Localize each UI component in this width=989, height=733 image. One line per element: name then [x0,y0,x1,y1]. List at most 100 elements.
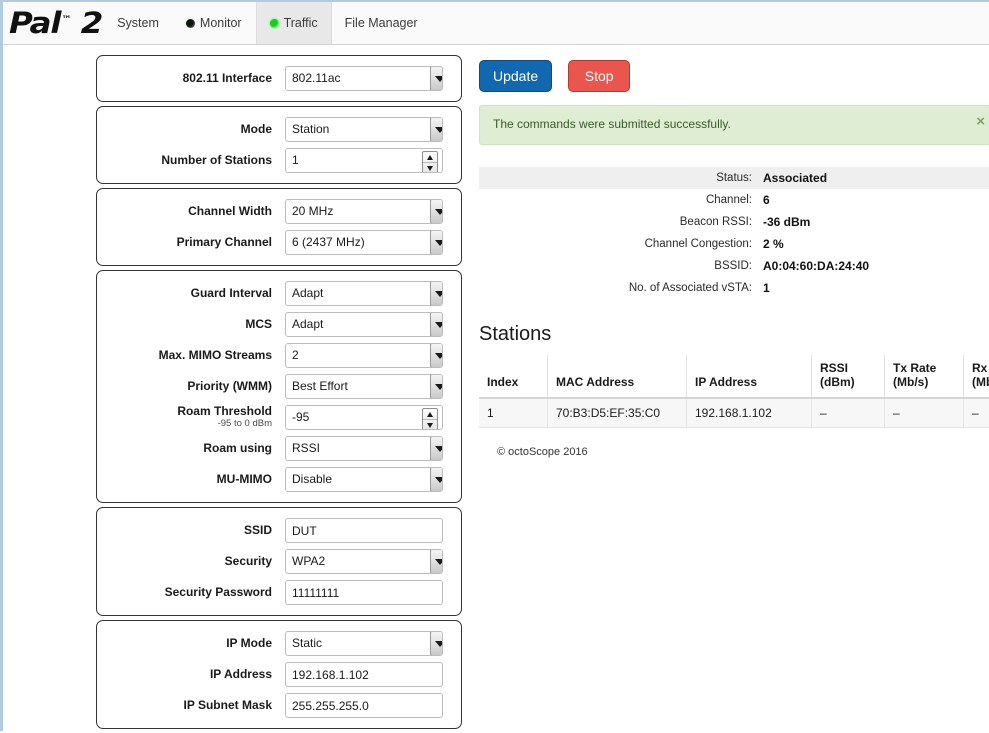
main-content: 802.11 Interface 802.11ac Mode Station Numbe… [3,45,989,733]
chevron-down-icon[interactable] [430,343,443,368]
field-row-max-mimo-streams: Max. MIMO Streams2 [97,340,461,371]
tab-traffic[interactable]: Traffic [256,2,332,44]
tab-monitor-label: Monitor [200,16,242,30]
stations-column-header: MAC Address [548,355,687,398]
field-row-mcs: MCS Adapt [97,309,461,340]
select-value: Station [292,122,329,136]
field-row-802-11-interface: 802.11 Interface 802.11ac [97,63,461,94]
stations-cell: 192.168.1.102 [687,398,812,428]
input-ssid[interactable] [285,518,443,543]
stations-column-header: IP Address [687,355,812,398]
status-key: Status: [479,167,761,189]
select-mcs[interactable]: Adapt [285,312,443,337]
select-value: 6 (2437 MHz) [292,235,365,249]
stations-column-header: Tx Rate (Mb/s) [885,355,964,398]
control-wrap-security-password [285,580,443,605]
stations-cell: 1 [479,398,548,428]
select-value: 802.11ac [292,71,341,85]
chevron-down-icon[interactable] [430,66,443,91]
stepper-roam-threshold[interactable]: -95 [285,405,443,430]
select-value: 2 [292,348,299,362]
tab-file-manager[interactable]: File Manager [332,2,432,44]
tab-file-manager-label: File Manager [345,16,418,30]
select-mu-mimo[interactable]: Disable [285,467,443,492]
label-text: Roam using [203,441,272,455]
select-primary-channel[interactable]: 6 (2437 MHz) [285,230,443,255]
select-priority-wmm[interactable]: Best Effort [285,374,443,399]
label-text: Guard Interval [191,286,272,300]
label-text: MCS [245,317,272,331]
stepper-decrement-icon[interactable] [423,420,437,430]
status-summary-table: Status:AssociatedChannel:6Beacon RSSI:-3… [479,167,989,299]
field-row-ip-address: IP Address [97,659,461,690]
stepper-increment-icon[interactable] [423,409,437,420]
select-roam-using[interactable]: RSSI [285,436,443,461]
control-wrap-roam-threshold: -95 [285,405,443,430]
status-value: 1 [761,277,989,299]
input-security-password[interactable] [285,580,443,605]
stepper-increment-icon[interactable] [423,152,437,163]
control-wrap-priority-wmm: Best Effort [285,374,443,399]
input-ip-address[interactable] [285,662,443,687]
configuration-form: 802.11 Interface 802.11ac Mode Station Numbe… [3,45,465,733]
stepper-buttons [422,151,438,173]
tab-monitor[interactable]: Monitor [173,2,256,44]
label-text: Roam Threshold [177,404,272,418]
control-wrap-802-11-interface: 802.11ac [285,66,443,91]
select-ip-mode[interactable]: Static [285,631,443,656]
label-mcs: MCS [97,318,285,332]
action-button-row: Update Stop [479,60,989,92]
chevron-down-icon[interactable] [430,281,443,306]
control-wrap-number-of-stations: 1 [285,148,443,173]
control-wrap-security: WPA2 [285,549,443,574]
stations-column-header: Index [479,355,548,398]
status-value: Associated [761,167,989,189]
select-security[interactable]: WPA2 [285,549,443,574]
label-roam-threshold: Roam Threshold-95 to 0 dBm [97,405,285,431]
chevron-down-icon[interactable] [430,467,443,492]
update-button[interactable]: Update [479,60,552,92]
tab-traffic-label: Traffic [284,16,318,30]
label-primary-channel: Primary Channel [97,236,285,250]
label-text: Security [225,554,272,568]
label-text: Primary Channel [177,235,272,249]
select-value: Static [292,636,322,650]
field-row-number-of-stations: Number of Stations1 [97,145,461,176]
label-mu-mimo: MU-MIMO [97,473,285,487]
chevron-down-icon[interactable] [430,117,443,142]
close-icon[interactable]: × [976,114,985,129]
chevron-down-icon[interactable] [430,549,443,574]
select-mode[interactable]: Station [285,117,443,142]
chevron-down-icon[interactable] [430,374,443,399]
stepper-number-of-stations[interactable]: 1 [285,148,443,173]
chevron-down-icon[interactable] [430,436,443,461]
chevron-down-icon[interactable] [430,312,443,337]
status-value: 6 [761,189,989,211]
table-row: 170:B3:D5:EF:35:C0192.168.1.102–––Associ… [479,398,989,428]
select-guard-interval[interactable]: Adapt [285,281,443,306]
chevron-down-icon[interactable] [430,631,443,656]
status-row: No. of Associated vSTA:1 [479,277,989,299]
label-text: IP Address [210,667,272,681]
status-key: Channel Congestion: [479,233,761,255]
label-mode: Mode [97,123,285,137]
select-channel-width[interactable]: 20 MHz [285,199,443,224]
stepper-value: -95 [292,410,309,424]
stations-cell: – [812,398,885,428]
select-max-mimo-streams[interactable]: 2 [285,343,443,368]
stepper-decrement-icon[interactable] [423,163,437,173]
status-value: 2 % [761,233,989,255]
label-ip-address: IP Address [97,668,285,682]
label-security: Security [97,555,285,569]
footer-copyright: © octoScope 2016 [473,446,989,458]
tab-system[interactable]: System [104,2,173,44]
chevron-down-icon[interactable] [430,199,443,224]
chevron-down-icon[interactable] [430,230,443,255]
select-802-11-interface[interactable]: 802.11ac [285,66,443,91]
stop-button[interactable]: Stop [568,60,630,92]
status-value: -36 dBm [761,211,989,233]
label-text: Mode [241,122,272,136]
select-value: WPA2 [292,554,325,568]
label-802-11-interface: 802.11 Interface [97,72,285,86]
input-ip-subnet-mask[interactable] [285,693,443,718]
